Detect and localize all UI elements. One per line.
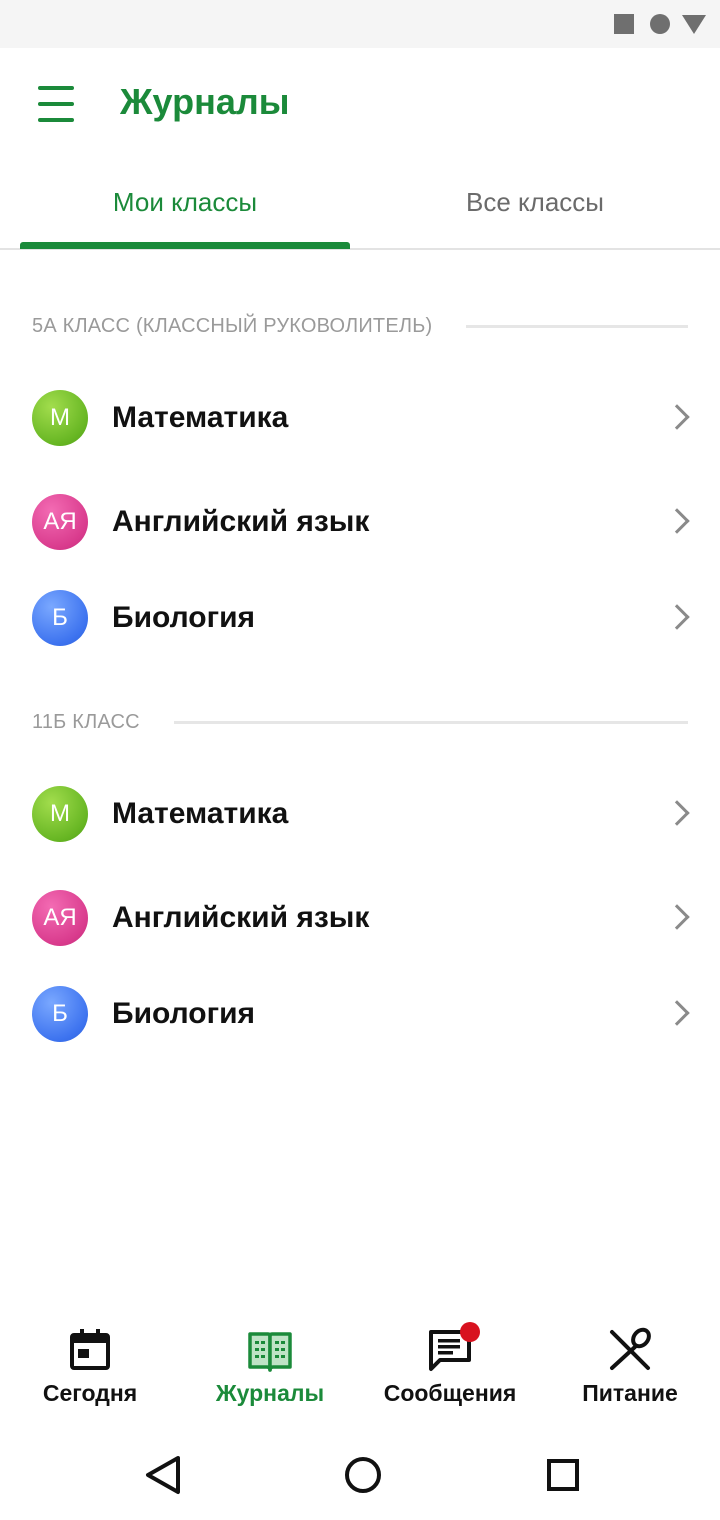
chevron-right-icon <box>664 800 690 826</box>
tab-indicator <box>20 242 350 249</box>
nav-item-messages[interactable]: Сообщения <box>360 1310 540 1430</box>
nav-label: Питание <box>582 1380 678 1406</box>
recents-icon[interactable] <box>538 1450 588 1500</box>
avatar: М <box>32 786 88 842</box>
chevron-right-icon <box>664 404 690 430</box>
subject-name: Биология <box>112 997 256 1030</box>
nav-item-today[interactable]: Сегодня <box>0 1310 180 1430</box>
section-title: 5А КЛАСС (КЛАССНЫЙ РУКОВОЛИТЕЛЬ) <box>32 314 433 337</box>
page-title: Журналы <box>120 81 290 122</box>
section-header: 11Б КЛАСС <box>32 702 688 742</box>
chevron-right-icon <box>664 508 690 534</box>
journal-icon <box>248 1332 292 1372</box>
chevron-right-icon <box>664 904 690 930</box>
nav-item-journals[interactable]: Журналы <box>180 1310 360 1430</box>
subject-name: Математика <box>112 401 289 434</box>
section-header: 5А КЛАСС (КЛАССНЫЙ РУКОВОЛИТЕЛЬ) <box>32 306 688 346</box>
list-item[interactable]: М Математика <box>0 766 720 862</box>
chevron-right-icon <box>664 604 690 630</box>
nav-label: Сообщения <box>383 1380 517 1406</box>
avatar: Б <box>32 590 88 646</box>
hamburger-line <box>38 118 74 122</box>
system-navigation-bar <box>0 1430 720 1520</box>
tab-bar: Мои классы Все классы <box>0 160 720 250</box>
status-bar <box>0 0 720 48</box>
triangle-icon <box>682 15 706 34</box>
list-item[interactable]: АЯ Английский язык <box>0 474 720 570</box>
menu-button[interactable] <box>26 78 86 130</box>
list-item[interactable]: М Математика <box>0 370 720 466</box>
avatar: Б <box>32 986 88 1042</box>
subject-name: Английский язык <box>112 901 370 934</box>
home-icon[interactable] <box>338 1450 388 1500</box>
circle-icon <box>650 14 670 34</box>
square-icon <box>614 14 634 34</box>
food-icon <box>610 1327 651 1370</box>
calendar-icon <box>70 1329 110 1370</box>
list-item[interactable]: Б Биология <box>0 570 720 666</box>
subject-name: Английский язык <box>112 505 370 538</box>
section-divider <box>466 324 688 328</box>
notification-badge <box>460 1322 480 1342</box>
list-item[interactable]: Б Биология <box>0 966 720 1062</box>
tab-my-classes[interactable]: Мои классы <box>20 160 350 248</box>
list-item[interactable]: АЯ Английский язык <box>0 870 720 966</box>
app-bar: Журналы <box>0 48 720 160</box>
chevron-right-icon <box>664 1000 690 1026</box>
hamburger-line <box>38 102 74 106</box>
avatar: АЯ <box>32 890 88 946</box>
hamburger-menu-icon <box>38 86 74 90</box>
subject-name: Биология <box>112 601 256 634</box>
section-divider <box>173 720 688 724</box>
section-title: 11Б КЛАСС <box>32 710 140 733</box>
back-icon[interactable] <box>138 1450 188 1500</box>
nav-item-food[interactable]: Питание <box>540 1310 720 1430</box>
tab-all-classes[interactable]: Все классы <box>370 160 700 248</box>
subject-name: Математика <box>112 797 289 830</box>
bottom-navigation: Сегодня Журналы Сообщения Питание <box>0 1310 720 1430</box>
nav-label: Журналы <box>215 1380 325 1406</box>
avatar: М <box>32 390 88 446</box>
avatar: АЯ <box>32 494 88 550</box>
nav-label: Сегодня <box>42 1380 138 1406</box>
